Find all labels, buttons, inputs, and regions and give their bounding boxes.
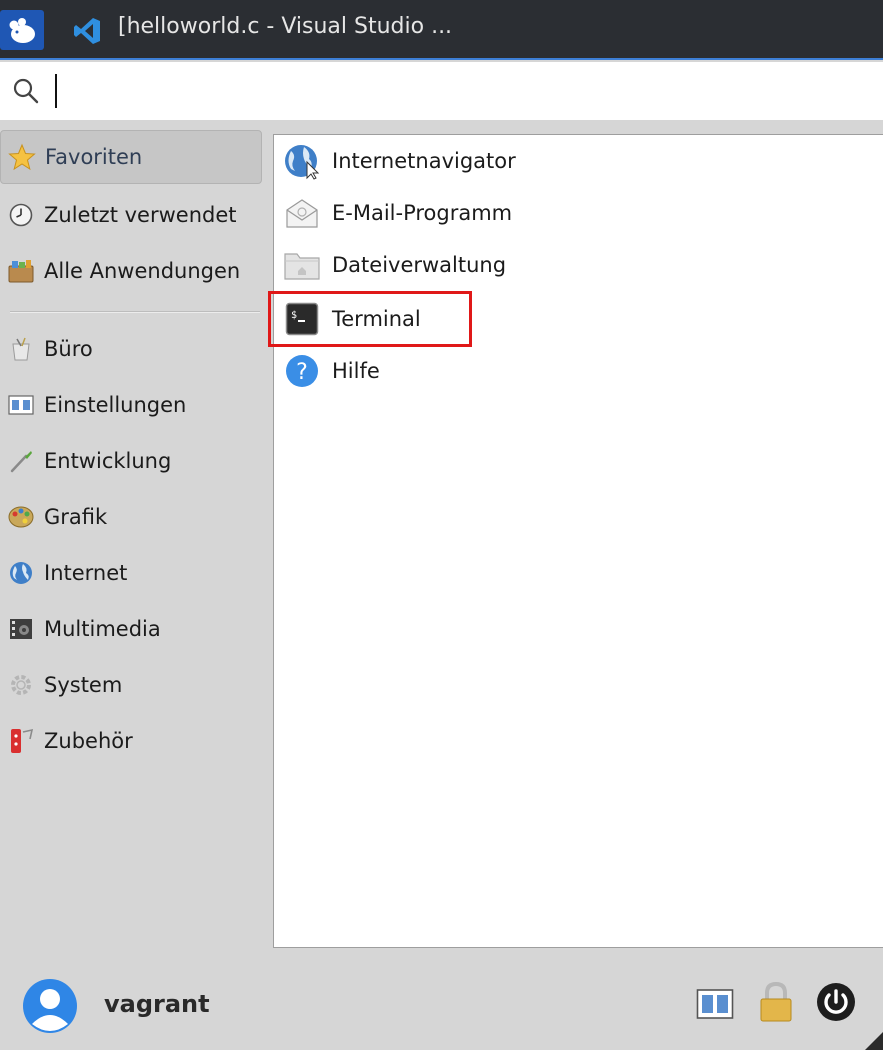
- category-multimedia[interactable]: Multimedia: [0, 602, 262, 656]
- settings-icon: [6, 390, 36, 420]
- app-hilfe[interactable]: ? Hilfe: [274, 345, 874, 397]
- category-label: Entwicklung: [44, 449, 172, 473]
- category-label: Multimedia: [44, 617, 161, 641]
- search-bar: [0, 62, 883, 120]
- taskbar-window-button[interactable]: [helloworld.c - Visual Studio ...: [118, 14, 452, 39]
- whisker-menu-button[interactable]: [0, 10, 44, 50]
- category-zubehoer[interactable]: Zubehör: [0, 714, 262, 768]
- applications-icon: [6, 256, 36, 286]
- category-label: Büro: [44, 337, 93, 361]
- search-input[interactable]: [48, 68, 868, 114]
- clock-icon: [6, 200, 36, 230]
- category-label: Favoriten: [45, 145, 143, 169]
- graphics-icon: [6, 502, 36, 532]
- vscode-icon: [74, 18, 100, 44]
- app-label: E-Mail-Programm: [332, 201, 513, 225]
- category-system[interactable]: System: [0, 658, 262, 712]
- lock-icon[interactable]: [756, 980, 796, 1024]
- category-list: Favoriten Zuletzt verwendet Alle Anwendu…: [0, 130, 266, 960]
- web-browser-icon: [282, 141, 322, 181]
- category-buero[interactable]: Büro: [0, 322, 262, 376]
- globe-icon: [6, 558, 36, 588]
- office-icon: [6, 334, 36, 364]
- category-favoriten[interactable]: Favoriten: [0, 130, 262, 184]
- application-list: Internetnavigator E-Mail-Programm Dateiv…: [268, 134, 883, 948]
- mail-icon: [282, 193, 322, 233]
- terminal-highlight-box: [268, 291, 472, 347]
- category-internet[interactable]: Internet: [0, 546, 262, 600]
- power-icon[interactable]: [816, 982, 856, 1022]
- folder-icon: [282, 245, 322, 285]
- app-label: Internetnavigator: [332, 149, 516, 173]
- category-einstellungen[interactable]: Einstellungen: [0, 378, 262, 432]
- svg-text:?: ?: [296, 360, 308, 385]
- category-label: Zuletzt verwendet: [44, 203, 237, 227]
- accessories-icon: [6, 726, 36, 756]
- app-label: Hilfe: [332, 359, 380, 383]
- taskbar: [helloworld.c - Visual Studio ...: [0, 0, 883, 60]
- category-zuletzt-verwendet[interactable]: Zuletzt verwendet: [0, 188, 262, 242]
- resize-handle[interactable]: [865, 1032, 883, 1050]
- category-alle-anwendungen[interactable]: Alle Anwendungen: [0, 244, 262, 298]
- category-label: Grafik: [44, 505, 108, 529]
- avatar: [23, 979, 77, 1033]
- star-icon: [7, 142, 37, 172]
- app-dateiverwaltung[interactable]: Dateiverwaltung: [274, 239, 874, 291]
- category-entwicklung[interactable]: Entwicklung: [0, 434, 262, 488]
- multimedia-icon: [6, 614, 36, 644]
- app-label: Dateiverwaltung: [332, 253, 507, 277]
- app-e-mail-programm[interactable]: E-Mail-Programm: [274, 187, 874, 239]
- category-label: Zubehör: [44, 729, 133, 753]
- category-label: System: [44, 673, 123, 697]
- category-separator: [10, 311, 260, 313]
- category-grafik[interactable]: Grafik: [0, 490, 262, 544]
- gear-icon: [6, 670, 36, 700]
- user-bar: vagrant: [0, 960, 883, 1050]
- category-label: Internet: [44, 561, 128, 585]
- help-icon: ?: [282, 351, 322, 391]
- search-icon: [13, 78, 39, 104]
- text-caret: [55, 74, 57, 108]
- development-icon: [6, 446, 36, 476]
- category-label: Alle Anwendungen: [44, 259, 241, 283]
- settings-manager-icon[interactable]: [696, 988, 734, 1020]
- category-label: Einstellungen: [44, 393, 187, 417]
- username: vagrant: [104, 990, 210, 1018]
- xfce-mouse-icon: [9, 18, 35, 43]
- app-internetnavigator[interactable]: Internetnavigator: [274, 135, 874, 187]
